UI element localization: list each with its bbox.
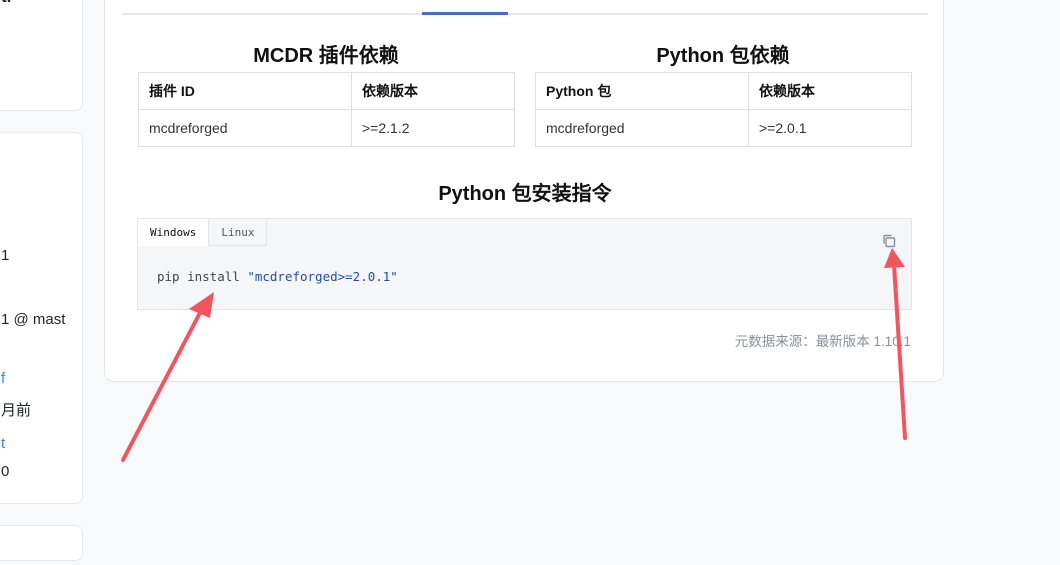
sidebar-card-info: 1 1 @ mast f 月前 t 0 [0,132,83,504]
python-deps-title: Python 包依赖 [656,45,790,67]
column-header-version: 依赖版本 [351,72,515,110]
version-cell: >=2.0.1 [748,109,912,147]
sidebar-info-line-1: 1 [1,247,10,264]
command-argument: "mcdreforged>=2.0.1" [247,269,398,284]
tab-bar-divider [122,13,928,15]
python-package-cell: mcdreforged [535,109,749,147]
sidebar-info-line-6: 0 [1,463,10,480]
metadata-source: 元数据来源：最新版本 1.10.1 [734,334,911,349]
plugin-id-cell: mcdreforged [138,109,352,147]
sidebar-card-top: ti [0,0,83,111]
tab-linux[interactable]: Linux [209,219,268,246]
install-command: pip install "mcdreforged>=2.0.1" [157,269,398,284]
column-header-plugin-id: 插件 ID [138,72,352,110]
sidebar-card-bottom [0,525,83,561]
tab-windows[interactable]: Windows [138,219,210,246]
column-header-version: 依赖版本 [748,72,912,110]
tab-active-indicator [422,12,508,15]
sidebar-info-line-2: 1 @ mast [1,311,66,328]
plugin-deps-table: 插件 ID 依赖版本 mcdreforged >=2.1.2 [138,72,515,147]
table-row: mcdreforged >=2.1.2 [138,109,515,147]
python-deps-table: Python 包 依赖版本 mcdreforged >=2.0.1 [535,72,912,147]
sidebar-info-line-4: 月前 [1,402,32,419]
version-cell: >=2.1.2 [351,109,515,147]
sidebar-card-title: ti [1,0,11,7]
copy-button[interactable] [881,233,897,249]
install-command-title: Python 包安装指令 [438,183,612,205]
os-tabs: Windows Linux [138,219,268,246]
sidebar-info-label: t [1,435,6,452]
table-row: mcdreforged >=2.0.1 [535,109,912,147]
dependencies-card: MCDR 插件依赖 插件 ID 依赖版本 mcdreforged >=2.1.2… [104,0,944,382]
install-code-block: Windows Linux pip install "mcdreforged>=… [137,218,912,310]
command-prefix: pip install [157,269,248,284]
plugin-deps-title: MCDR 插件依赖 [253,45,399,67]
table-header-row: 插件 ID 依赖版本 [138,72,515,110]
copy-icon [883,234,896,248]
table-header-row: Python 包 依赖版本 [535,72,912,110]
column-header-python-package: Python 包 [535,72,749,110]
sidebar-info-link[interactable]: f [1,370,5,387]
